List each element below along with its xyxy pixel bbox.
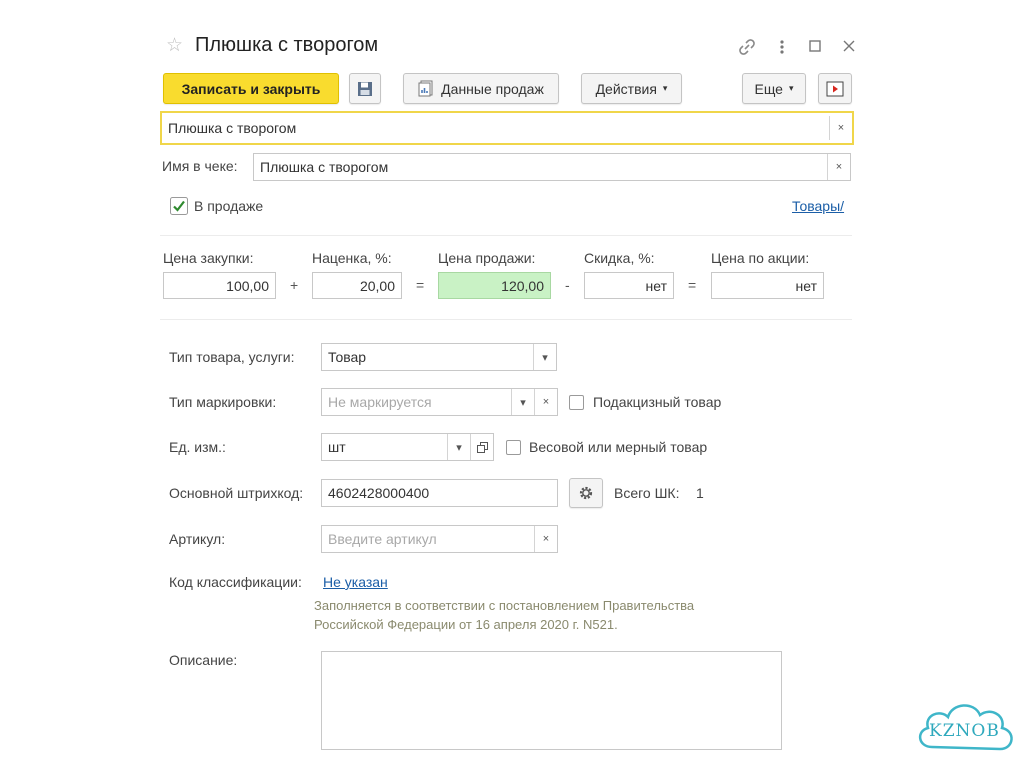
sale-price-input[interactable]: 120,00 — [438, 272, 551, 299]
play-video-icon — [826, 81, 844, 96]
goods-link[interactable]: Товары/ — [792, 198, 844, 214]
total-barcodes-label: Всего ШК: — [614, 485, 680, 501]
report-icon — [418, 80, 433, 97]
favorite-star-icon[interactable]: ☆ — [166, 36, 186, 56]
link-icon[interactable] — [737, 37, 757, 57]
minus-sign: - — [565, 277, 570, 293]
unit-select[interactable]: шт ▾ — [321, 433, 494, 461]
dropdown-arrow-icon: ▾ — [788, 83, 794, 93]
sales-data-button[interactable]: Данные продаж — [403, 73, 559, 104]
classification-note-line1: Заполняется в соответствии с постановлен… — [314, 598, 695, 613]
equals-sign: = — [416, 277, 425, 293]
promo-price-value: нет — [795, 277, 817, 294]
receipt-name-label: Имя в чеке: — [162, 158, 238, 174]
more-vertical-icon[interactable] — [775, 37, 789, 57]
excise-checkbox[interactable] — [569, 395, 584, 410]
product-type-select[interactable]: Товар ▾ — [321, 343, 557, 371]
discount-value: нет — [645, 277, 667, 294]
watermark-logo: KZNOB — [912, 695, 1020, 763]
barcode-label: Основной штрихкод: — [169, 485, 304, 501]
marking-type-label: Тип маркировки: — [169, 394, 277, 410]
gear-icon — [579, 486, 593, 500]
markup-input[interactable]: 20,00 — [312, 272, 402, 299]
on-sale-label: В продаже — [194, 198, 264, 214]
divider — [160, 235, 852, 236]
total-barcodes-value: 1 — [696, 485, 704, 501]
window-title: Плюшка с творогом — [195, 34, 379, 56]
maximize-icon[interactable] — [808, 39, 822, 53]
open-form-icon[interactable] — [470, 434, 493, 460]
dropdown-arrow-icon[interactable]: ▾ — [533, 344, 556, 370]
excise-label: Подакцизный товар — [593, 394, 722, 410]
equals-sign: = — [688, 277, 697, 293]
on-sale-checkbox[interactable] — [170, 197, 188, 215]
promo-price-input[interactable]: нет — [711, 272, 824, 299]
article-label: Артикул: — [169, 531, 226, 547]
discount-label: Скидка, %: — [584, 250, 655, 266]
name-input-value: Плюшка с творогом — [168, 120, 297, 136]
product-type-label: Тип товара, услуги: — [169, 349, 295, 365]
discount-input[interactable]: нет — [584, 272, 674, 299]
receipt-name-value: Плюшка с творогом — [260, 159, 389, 175]
description-label: Описание: — [169, 652, 238, 668]
more-label: Еще — [754, 80, 783, 97]
marking-type-select[interactable]: Не маркируется ▾ × — [321, 388, 558, 416]
name-input[interactable]: Плюшка с творогом × — [160, 111, 854, 145]
help-button[interactable] — [818, 73, 852, 104]
classification-label: Код классификации: — [169, 574, 302, 590]
unit-label: Ед. изм.: — [169, 439, 226, 455]
checkmark-icon — [170, 197, 188, 215]
receipt-name-input[interactable]: Плюшка с творогом × — [253, 153, 851, 181]
dropdown-arrow-icon[interactable]: ▾ — [511, 389, 534, 415]
watermark-text: KZNOB — [929, 721, 1000, 741]
product-type-value: Товар — [328, 349, 367, 365]
barcode-settings-button[interactable] — [569, 478, 603, 508]
weighted-checkbox[interactable] — [506, 440, 521, 455]
actions-dropdown[interactable]: Действия ▾ — [581, 73, 682, 104]
divider — [160, 319, 852, 320]
save-and-close-button[interactable]: Записать и закрыть — [163, 73, 339, 104]
markup-label: Наценка, %: — [312, 250, 392, 266]
dropdown-arrow-icon[interactable]: ▾ — [447, 434, 470, 460]
purchase-price-input[interactable]: 100,00 — [163, 272, 276, 299]
markup-value: 20,00 — [359, 277, 395, 294]
clear-icon[interactable]: × — [829, 116, 852, 140]
sale-price-label: Цена продажи: — [438, 250, 536, 266]
save-and-close-label: Записать и закрыть — [181, 80, 321, 97]
clear-icon[interactable]: × — [534, 526, 557, 552]
promo-price-label: Цена по акции: — [711, 250, 810, 266]
weighted-label: Весовой или мерный товар — [529, 439, 708, 455]
actions-label: Действия — [595, 80, 657, 97]
plus-sign: + — [290, 277, 299, 293]
sales-data-label: Данные продаж — [441, 80, 544, 97]
sale-price-value: 120,00 — [501, 277, 544, 294]
barcode-input[interactable]: 4602428000400 — [321, 479, 558, 507]
unit-value: шт — [328, 439, 346, 455]
save-button[interactable] — [349, 73, 381, 104]
more-dropdown[interactable]: Еще ▾ — [742, 73, 806, 104]
description-textarea[interactable] — [321, 651, 782, 750]
purchase-price-label: Цена закупки: — [163, 250, 254, 266]
dropdown-arrow-icon: ▾ — [662, 83, 668, 93]
classification-note-line2: Российской Федерации от 16 апреля 2020 г… — [314, 617, 618, 632]
article-input[interactable]: Введите артикул × — [321, 525, 558, 553]
barcode-value: 4602428000400 — [328, 485, 430, 501]
close-icon[interactable] — [842, 39, 856, 53]
purchase-price-value: 100,00 — [226, 277, 269, 294]
floppy-disk-icon — [358, 81, 372, 96]
classification-link[interactable]: Не указан — [323, 574, 388, 590]
marking-type-placeholder: Не маркируется — [328, 394, 432, 410]
article-placeholder: Введите артикул — [328, 531, 437, 547]
clear-icon[interactable]: × — [534, 389, 557, 415]
clear-icon[interactable]: × — [827, 154, 850, 180]
